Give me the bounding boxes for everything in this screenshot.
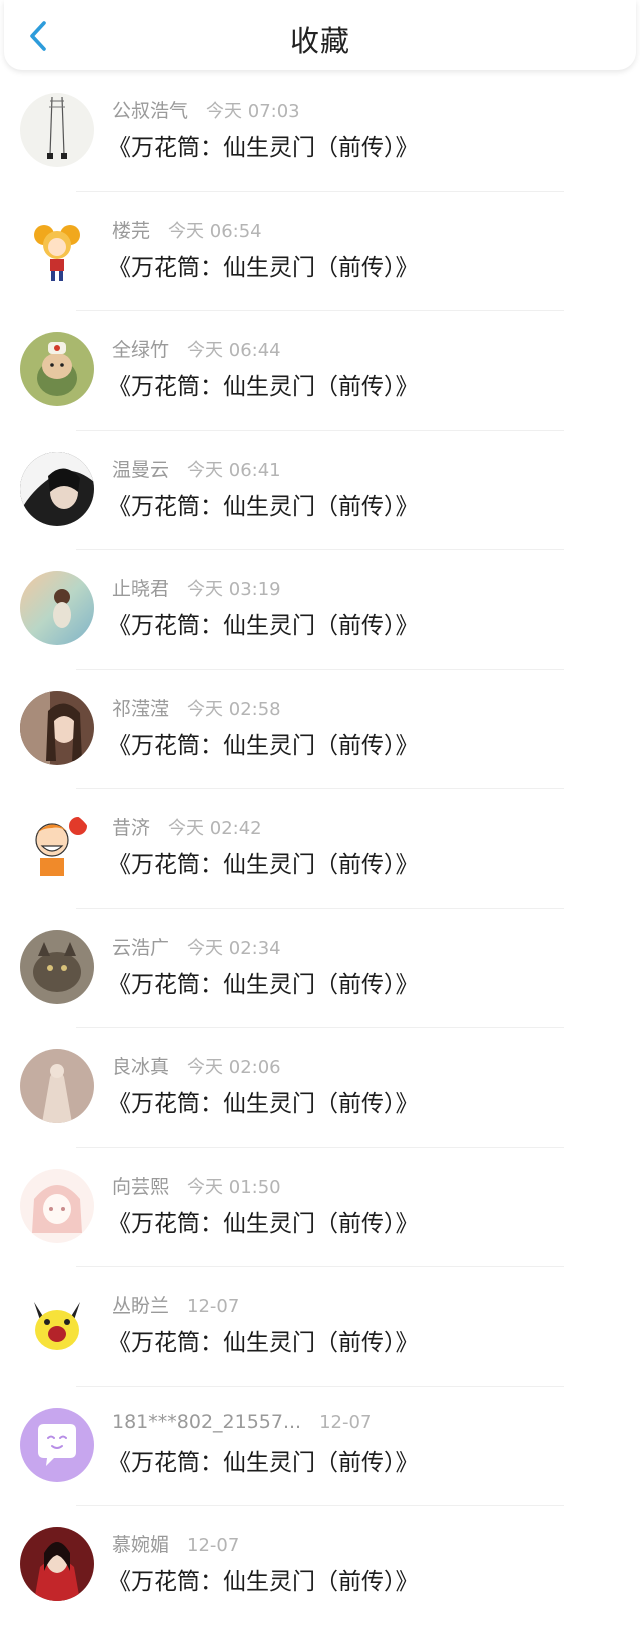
book-title[interactable]: 《万花筒：仙生灵门（前传）》 — [108, 1084, 419, 1118]
avatar[interactable] — [20, 810, 94, 884]
list-item[interactable]: 止晓君 今天 03:19 《万花筒：仙生灵门（前传）》 — [0, 550, 640, 670]
book-title[interactable]: 《万花筒：仙生灵门（前传）》 — [108, 606, 419, 640]
user-name: 昔济 — [112, 817, 151, 839]
timestamp: 12-07 — [319, 1411, 372, 1433]
timestamp: 12-07 — [187, 1296, 240, 1317]
user-name: 云浩广 — [112, 936, 170, 959]
user-name: 全绿竹 — [112, 339, 170, 361]
book-title[interactable]: 《万花筒：仙生灵门（前传）》 — [108, 1562, 419, 1596]
top-bar: 收藏 — [4, 0, 636, 70]
list-item[interactable]: 公叔浩气 今天 07:03 《万花筒：仙生灵门（前传）》 — [0, 72, 640, 192]
avatar[interactable] — [20, 212, 94, 287]
user-name: 丛盼兰 — [112, 1295, 170, 1317]
user-name: 祁滢滢 — [112, 697, 170, 720]
book-title[interactable]: 《万花筒：仙生灵门（前传）》 — [108, 487, 419, 521]
favorites-page: 收藏 公叔浩气 今天 07:03 《万花筒：仙生灵门（前传）》 楼芫 今天 06… — [0, 0, 640, 1626]
page-title: 收藏 — [289, 24, 350, 58]
timestamp: 今天 02:42 — [168, 818, 262, 839]
list-item[interactable]: 良冰真 今天 02:06 《万花筒：仙生灵门（前传）》 — [0, 1028, 640, 1148]
list-item[interactable]: 181***802_21557... 12-07 《万花筒：仙生灵门（前传）》 — [0, 1387, 640, 1506]
book-title[interactable]: 《万花筒：仙生灵门（前传）》 — [108, 1323, 419, 1357]
book-title[interactable]: 《万花筒：仙生灵门（前传）》 — [108, 965, 419, 999]
list-item[interactable]: 云浩广 今天 02:34 《万花筒：仙生灵门（前传）》 — [0, 909, 640, 1028]
book-title[interactable]: 《万花筒：仙生灵门（前传）》 — [108, 1443, 419, 1477]
list-item[interactable]: 全绿竹 今天 06:44 《万花筒：仙生灵门（前传）》 — [0, 311, 640, 431]
avatar[interactable] — [20, 1288, 94, 1362]
user-name: 楼芫 — [112, 219, 151, 242]
book-title[interactable]: 《万花筒：仙生灵门（前传）》 — [108, 248, 419, 282]
timestamp: 今天 01:50 — [187, 1176, 281, 1198]
list-item[interactable]: 温曼云 今天 06:41 《万花筒：仙生灵门（前传）》 — [0, 431, 640, 550]
favorites-list: 公叔浩气 今天 07:03 《万花筒：仙生灵门（前传）》 楼芫 今天 06:54… — [0, 72, 640, 1626]
timestamp: 今天 06:41 — [187, 459, 281, 481]
timestamp: 今天 03:19 — [187, 579, 281, 600]
avatar[interactable] — [20, 1049, 94, 1123]
avatar[interactable] — [20, 1527, 94, 1601]
timestamp: 12-07 — [187, 1535, 240, 1556]
book-title[interactable]: 《万花筒：仙生灵门（前传）》 — [108, 1204, 419, 1238]
user-name: 止晓君 — [112, 578, 170, 600]
list-item[interactable]: 祁滢滢 今天 02:58 《万花筒：仙生灵门（前传）》 — [0, 670, 640, 789]
avatar[interactable] — [20, 93, 94, 167]
timestamp: 今天 02:34 — [187, 937, 281, 959]
list-item[interactable]: 丛盼兰 12-07 《万花筒：仙生灵门（前传）》 — [0, 1267, 640, 1387]
avatar[interactable] — [20, 690, 94, 765]
avatar[interactable] — [20, 571, 94, 645]
timestamp: 今天 02:58 — [187, 698, 281, 720]
list-item[interactable]: 楼芫 今天 06:54 《万花筒：仙生灵门（前传）》 — [0, 192, 640, 311]
book-title[interactable]: 《万花筒：仙生灵门（前传）》 — [108, 128, 419, 162]
timestamp: 今天 06:44 — [187, 340, 281, 361]
avatar[interactable] — [20, 1168, 94, 1243]
timestamp: 今天 06:54 — [168, 220, 262, 242]
user-name: 慕婉媚 — [112, 1534, 170, 1556]
user-name: 181***802_21557... — [112, 1410, 302, 1433]
user-name: 温曼云 — [112, 458, 170, 481]
avatar[interactable] — [20, 451, 94, 526]
user-name: 公叔浩气 — [112, 100, 189, 122]
timestamp: 今天 07:03 — [206, 101, 300, 122]
timestamp: 今天 02:06 — [187, 1057, 281, 1078]
avatar[interactable] — [20, 332, 94, 406]
user-name: 良冰真 — [112, 1056, 170, 1078]
user-name: 向芸熙 — [112, 1175, 170, 1198]
list-item[interactable]: 昔济 今天 02:42 《万花筒：仙生灵门（前传）》 — [0, 789, 640, 909]
list-item[interactable]: 向芸熙 今天 01:50 《万花筒：仙生灵门（前传）》 — [0, 1148, 640, 1267]
avatar[interactable] — [20, 929, 94, 1004]
avatar[interactable] — [20, 1407, 94, 1482]
list-item[interactable]: 慕婉媚 12-07 《万花筒：仙生灵门（前传）》 — [0, 1506, 640, 1626]
book-title[interactable]: 《万花筒：仙生灵门（前传）》 — [108, 367, 419, 401]
book-title[interactable]: 《万花筒：仙生灵门（前传）》 — [108, 845, 419, 879]
book-title[interactable]: 《万花筒：仙生灵门（前传）》 — [108, 726, 419, 760]
